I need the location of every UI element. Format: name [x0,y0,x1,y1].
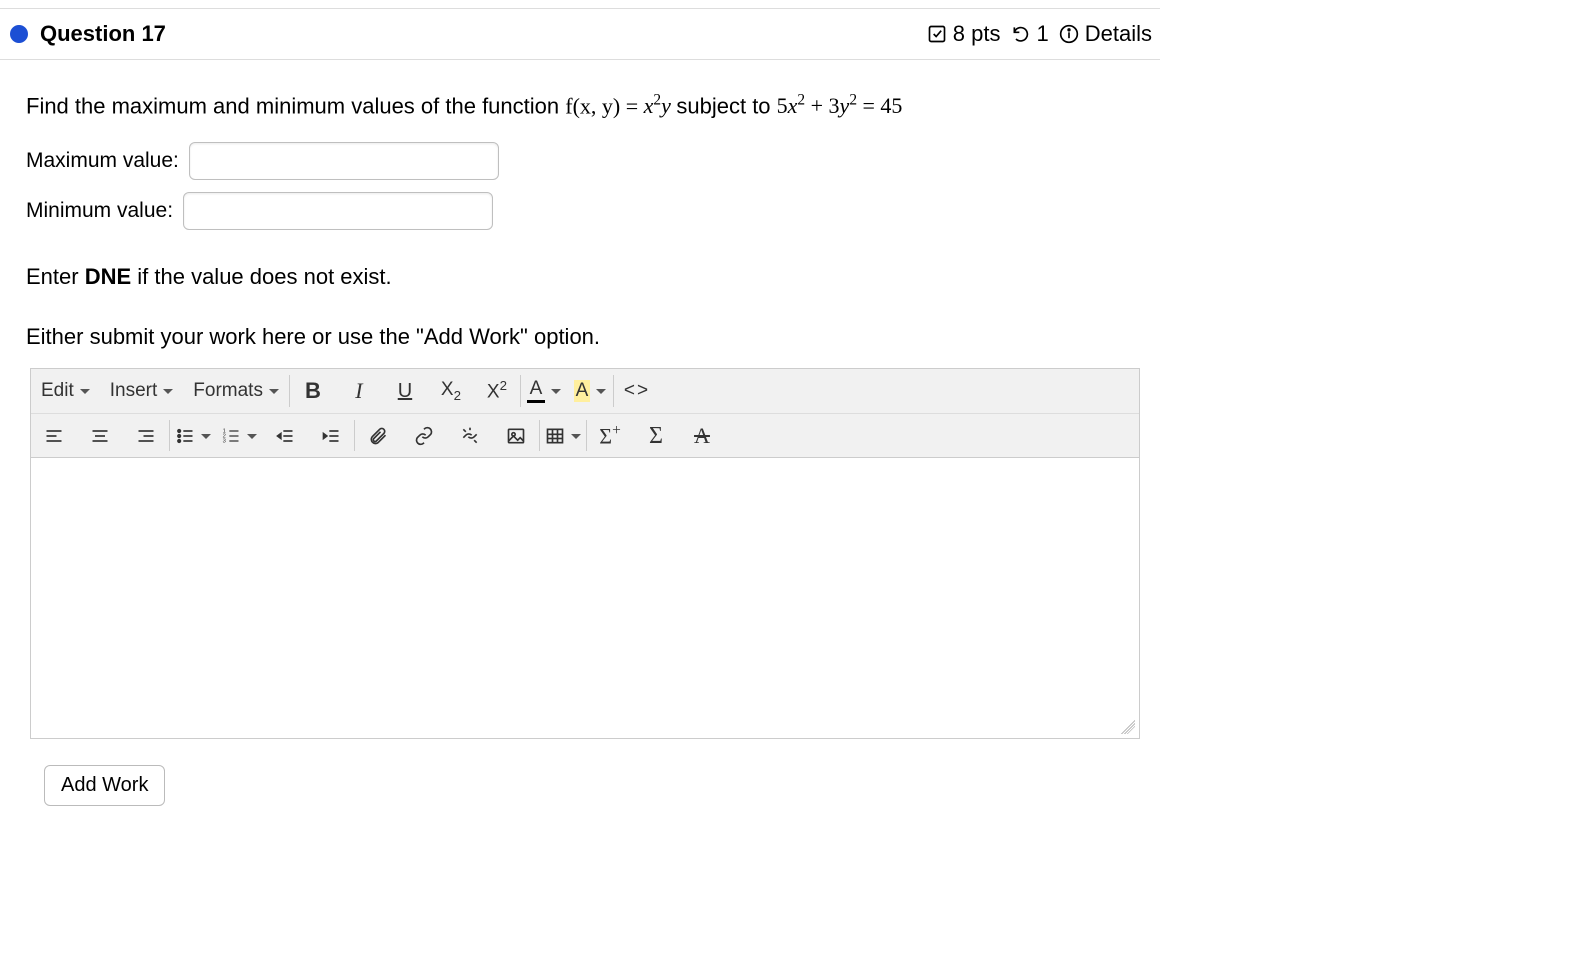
sigma-plus-button[interactable]: Σ+ [587,414,633,458]
dne-note: Enter DNE if the value does not exist. [0,230,1160,290]
underline-button[interactable]: U [382,369,428,413]
details-label: Details [1085,21,1152,47]
math-expression: f(x, y) = x2y [565,93,676,118]
menu-formats[interactable]: Formats [183,369,289,413]
question-title: Question 17 [40,21,166,47]
code-button[interactable]: <> [614,369,660,413]
points-indicator: 8 pts [927,21,1001,47]
unlink-button[interactable] [447,414,493,458]
outdent-button[interactable] [262,414,308,458]
letter-a: A [530,379,543,398]
number-list-button[interactable]: 123 [216,414,262,458]
table-button[interactable] [540,414,586,458]
info-icon [1059,24,1079,44]
align-right-button[interactable] [123,414,169,458]
func-lhs: f(x, y) = [565,93,643,118]
attachment-button[interactable] [355,414,401,458]
resize-handle[interactable] [1121,720,1135,734]
sigma-button[interactable]: Σ [633,414,679,458]
superscript-button[interactable]: X2 [474,369,520,413]
svg-text:3: 3 [223,439,226,445]
menu-insert-label: Insert [110,380,158,402]
table-icon [545,426,565,446]
status-dot-icon [10,25,28,43]
rich-text-editor: Edit Insert Formats B I U X2 X2 A A <> [30,368,1140,739]
align-center-icon [90,426,110,446]
add-work-button[interactable]: Add Work [44,765,165,806]
question-prompt: Find the maximum and minimum values of t… [0,60,1160,122]
min-input[interactable] [183,192,493,230]
bullet-list-button[interactable] [170,414,216,458]
text-color-button[interactable]: A [521,369,567,413]
question-header: Question 17 8 pts 1 Details [0,9,1160,60]
attempts-text: 1 [1037,21,1049,47]
text-color-icon: A [527,379,545,403]
image-button[interactable] [493,414,539,458]
attempts-indicator: 1 [1011,21,1049,47]
highlight-button[interactable]: A [567,369,613,413]
image-icon [506,426,526,446]
align-center-button[interactable] [77,414,123,458]
prompt-prefix: Find the maximum and minimum values of t… [26,93,565,118]
bullet-list-icon [175,426,195,446]
subscript-button[interactable]: X2 [428,369,474,413]
min-label: Minimum value: [26,199,173,223]
dne-prefix: Enter [26,264,85,289]
indent-button[interactable] [308,414,354,458]
bold-button[interactable]: B [290,369,336,413]
constraint-expression: 5x2 + 3y2 = 45 [777,93,903,118]
italic-icon: I [355,378,362,404]
editor-toolbar: Edit Insert Formats B I U X2 X2 A A <> [31,369,1139,458]
link-button[interactable] [401,414,447,458]
align-left-icon [44,426,64,446]
sigma-plus-icon: Σ+ [599,422,621,449]
superscript-icon: X2 [487,378,507,403]
align-right-icon [136,426,156,446]
max-input[interactable] [189,142,499,180]
bold-icon: B [305,378,321,404]
func-rhs: x2y [644,93,671,118]
details-button[interactable]: Details [1059,21,1152,47]
paperclip-icon [368,426,388,446]
points-text: 8 pts [953,21,1001,47]
number-list-icon: 123 [221,426,241,446]
strike-a-button[interactable]: A [679,414,725,458]
dne-word: DNE [85,264,131,289]
sigma-icon: Σ [649,423,663,450]
subject-text: subject to [676,93,776,118]
menu-formats-label: Formats [193,380,263,402]
outdent-icon [275,426,295,446]
undo-icon [1011,24,1031,44]
dne-suffix: if the value does not exist. [131,264,392,289]
checkbox-icon [927,24,947,44]
align-left-button[interactable] [31,414,77,458]
editor-content[interactable] [31,458,1139,738]
highlight-icon: A [574,380,591,402]
subscript-icon: X2 [441,379,461,403]
menu-insert[interactable]: Insert [100,369,184,413]
submit-note: Either submit your work here or use the … [0,290,1160,350]
unlink-icon [460,426,480,446]
max-label: Maximum value: [26,149,179,173]
code-icon: <> [624,380,650,402]
indent-icon [321,426,341,446]
strike-a-icon: A [694,423,710,449]
italic-button[interactable]: I [336,369,382,413]
menu-edit[interactable]: Edit [31,369,100,413]
menu-edit-label: Edit [41,380,74,402]
link-icon [414,426,434,446]
underline-icon: U [398,380,412,403]
